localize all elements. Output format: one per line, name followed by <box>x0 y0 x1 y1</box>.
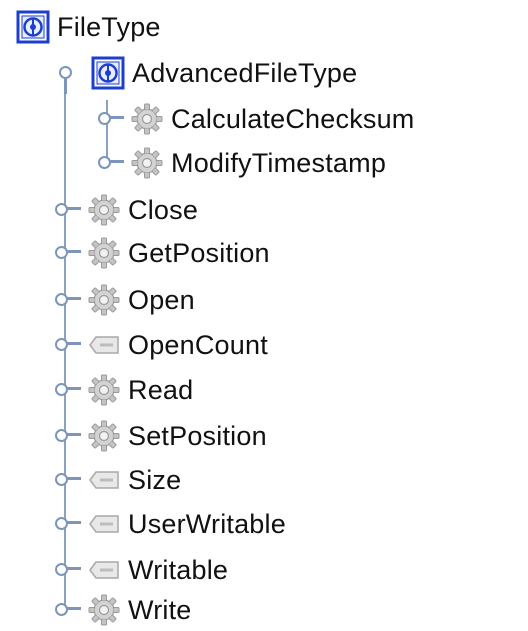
type-tree: FileType AdvancedFileType CalculateCheck… <box>0 0 528 629</box>
tree-node-size[interactable]: Size <box>55 459 181 501</box>
tree-node-open[interactable]: Open <box>55 279 195 321</box>
tree-node-getposition[interactable]: GetPosition <box>55 232 270 274</box>
tree-node-writable[interactable]: Writable <box>55 549 228 591</box>
leaf-handle[interactable] <box>98 98 130 140</box>
tree-node-userwritable[interactable]: UserWritable <box>55 503 286 545</box>
tree-node-label: Read <box>128 375 194 405</box>
interface-type-icon <box>16 10 50 44</box>
tree-node-setposition[interactable]: SetPosition <box>55 415 267 457</box>
tree-node-close[interactable]: Close <box>55 189 198 231</box>
tree-node-label: FileType <box>57 12 161 42</box>
leaf-handle[interactable] <box>55 549 87 591</box>
tree-node-opencount[interactable]: OpenCount <box>55 324 268 366</box>
tag-attribute-icon <box>87 507 121 541</box>
tree-node-label: Close <box>128 195 199 225</box>
leaf-handle[interactable] <box>55 415 87 457</box>
tree-node-label: Open <box>128 285 195 315</box>
tree-node-label: CalculateChecksum <box>171 104 415 134</box>
tree-node-label: Write <box>128 595 192 625</box>
expand-toggle[interactable] <box>59 52 91 94</box>
leaf-handle[interactable] <box>55 369 87 411</box>
interface-type-icon <box>91 56 125 90</box>
tree-node-root[interactable]: FileType <box>16 6 161 48</box>
tag-attribute-icon <box>87 553 121 587</box>
tree-node-advancedfiletype[interactable]: AdvancedFileType <box>59 52 357 94</box>
gear-method-icon <box>87 236 121 270</box>
gear-method-icon <box>87 373 121 407</box>
gear-method-icon <box>87 593 121 627</box>
leaf-handle[interactable] <box>55 279 87 321</box>
tree-node-calculatechecksum[interactable]: CalculateChecksum <box>98 98 415 140</box>
tag-attribute-icon <box>87 463 121 497</box>
leaf-handle[interactable] <box>55 459 87 501</box>
tree-node-label: AdvancedFileType <box>132 58 358 88</box>
leaf-handle[interactable] <box>55 324 87 366</box>
tree-node-label: UserWritable <box>128 509 286 539</box>
tree-node-label: SetPosition <box>128 421 267 451</box>
leaf-handle[interactable] <box>55 503 87 545</box>
leaf-handle[interactable] <box>55 589 87 631</box>
gear-method-icon <box>87 283 121 317</box>
leaf-handle[interactable] <box>55 232 87 274</box>
gear-method-icon <box>87 193 121 227</box>
tree-node-write[interactable]: Write <box>55 589 192 631</box>
tree-node-label: Writable <box>128 555 229 585</box>
gear-method-icon <box>130 146 164 180</box>
tree-node-modifytimestamp[interactable]: ModifyTimestamp <box>98 142 386 184</box>
leaf-handle[interactable] <box>55 189 87 231</box>
tree-node-label: ModifyTimestamp <box>171 148 387 178</box>
gear-method-icon <box>87 419 121 453</box>
gear-method-icon <box>130 102 164 136</box>
leaf-handle[interactable] <box>98 142 130 184</box>
tree-node-label: GetPosition <box>128 238 270 268</box>
tag-attribute-icon <box>87 328 121 362</box>
tree-node-label: Size <box>128 465 182 495</box>
tree-node-label: OpenCount <box>128 330 268 360</box>
tree-node-read[interactable]: Read <box>55 369 193 411</box>
